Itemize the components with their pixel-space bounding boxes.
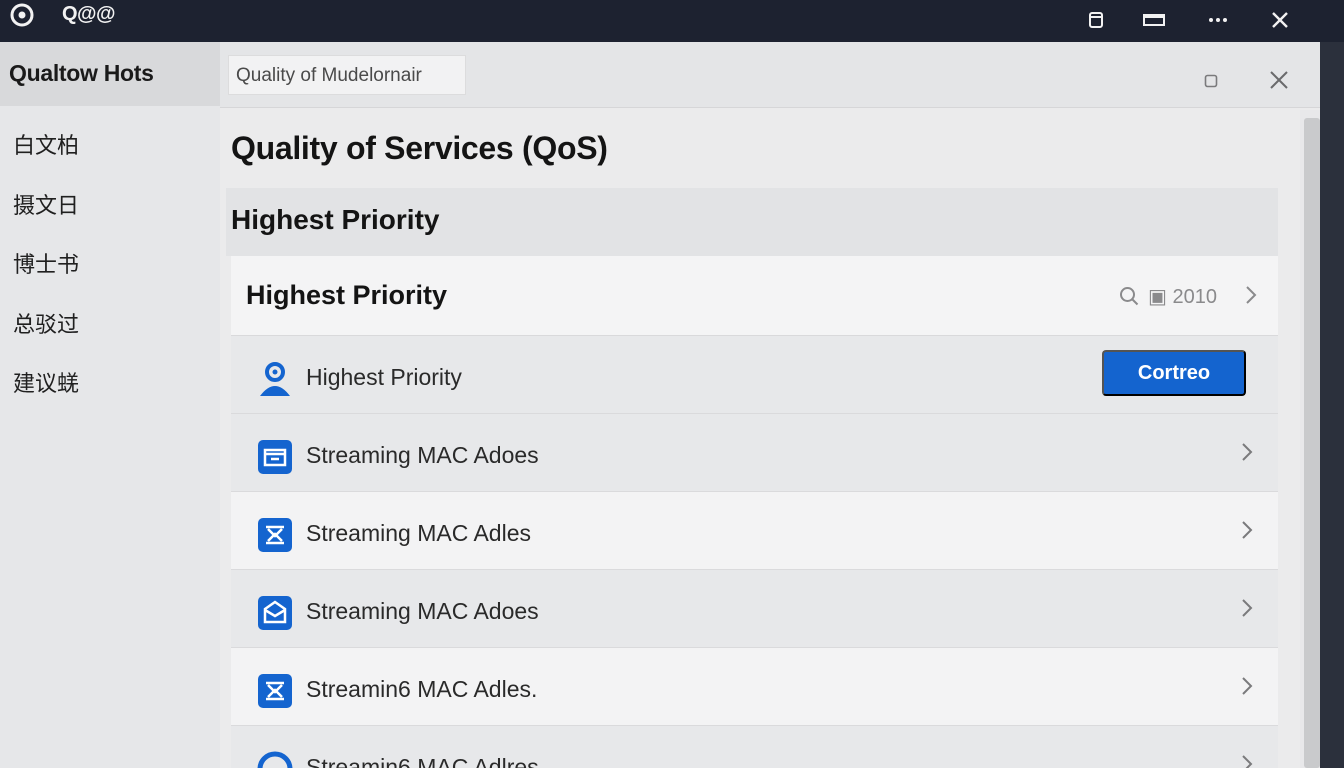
hourglass-icon <box>256 516 294 554</box>
priority-card: Highest Priority ▣ 2010 Highest Priority… <box>231 256 1278 768</box>
minimize-icon[interactable] <box>1140 6 1168 34</box>
user-icon <box>256 750 294 768</box>
sidebar-item-5[interactable]: 建议蜣 <box>0 366 220 426</box>
sidebar-title: Qualtow Hots <box>0 42 220 106</box>
chevron-right-icon[interactable] <box>1237 596 1257 620</box>
sidebar-item-4[interactable]: 总驳过 <box>0 307 220 367</box>
search-filter-text[interactable]: ▣ 2010 <box>1148 284 1217 309</box>
list-item[interactable]: Streaming MAC Adoes <box>231 414 1278 492</box>
tray-icon <box>256 438 294 476</box>
phone-frame-icon[interactable] <box>1082 6 1110 34</box>
list-item[interactable]: Streamin6 MAC Adles. <box>231 648 1278 726</box>
close-icon[interactable] <box>1266 6 1294 34</box>
mail-icon <box>256 594 294 632</box>
chevron-right-icon[interactable] <box>1237 752 1257 768</box>
list-item-label: Highest Priority <box>306 364 462 390</box>
more-icon[interactable] <box>1204 6 1232 34</box>
chevron-right-icon[interactable] <box>1237 518 1257 542</box>
list-item-label: Streamin6 MAC Adles. <box>306 676 538 702</box>
list-item-label: Streaming MAC Adoes <box>306 442 539 468</box>
user-icon <box>256 360 294 398</box>
chevron-right-icon[interactable] <box>1241 284 1261 306</box>
list-item[interactable]: Streamin6 MAC Adlres <box>231 726 1278 768</box>
restore-icon[interactable] <box>1196 66 1226 96</box>
sidebar-item-1[interactable]: 白文柏 <box>0 128 220 188</box>
app-logo-icon <box>10 3 34 27</box>
sidebar: Qualtow Hots 白文柏 摄文日 博士书 总驳过 建议蜣 <box>0 42 220 768</box>
list-item[interactable]: Streaming MAC Adles <box>231 492 1278 570</box>
chevron-right-icon[interactable] <box>1237 674 1257 698</box>
app-name: Q@@ <box>62 3 116 25</box>
card-title: Highest Priority <box>246 280 448 310</box>
window-edge <box>1320 42 1344 768</box>
list-item-label: Streaming MAC Adoes <box>306 598 539 624</box>
list-item[interactable]: Streaming MAC Adoes <box>231 570 1278 648</box>
chevron-right-icon[interactable] <box>1237 440 1257 464</box>
hourglass-icon <box>256 672 294 710</box>
page-title: Quality of Services (QoS) <box>231 130 608 166</box>
section-title: Highest Priority <box>231 204 440 235</box>
section-header: Highest Priority <box>226 188 1278 256</box>
list-item-label: Streamin6 MAC Adlres <box>306 754 539 768</box>
scrollbar-thumb[interactable] <box>1304 118 1320 768</box>
tab-quality[interactable]: Quality of Mudelornair <box>228 55 466 95</box>
list-item[interactable]: Highest Priority Cortreo <box>231 336 1278 414</box>
close-panel-icon[interactable] <box>1264 65 1294 95</box>
list-item-label: Streaming MAC Adles <box>306 520 531 546</box>
sidebar-item-3[interactable]: 博士书 <box>0 247 220 307</box>
title-bar: Q@@ <box>0 0 1344 42</box>
card-header: Highest Priority ▣ 2010 <box>231 256 1278 336</box>
search-icon[interactable] <box>1119 286 1139 306</box>
main-panel: Quality of Mudelornair Quality of Servic… <box>220 42 1320 768</box>
primary-action-button[interactable]: Cortreo <box>1102 350 1246 396</box>
main-toolbar: Quality of Mudelornair <box>220 42 1320 108</box>
sidebar-item-2[interactable]: 摄文日 <box>0 188 220 248</box>
sidebar-list: 白文柏 摄文日 博士书 总驳过 建议蜣 <box>0 106 220 426</box>
